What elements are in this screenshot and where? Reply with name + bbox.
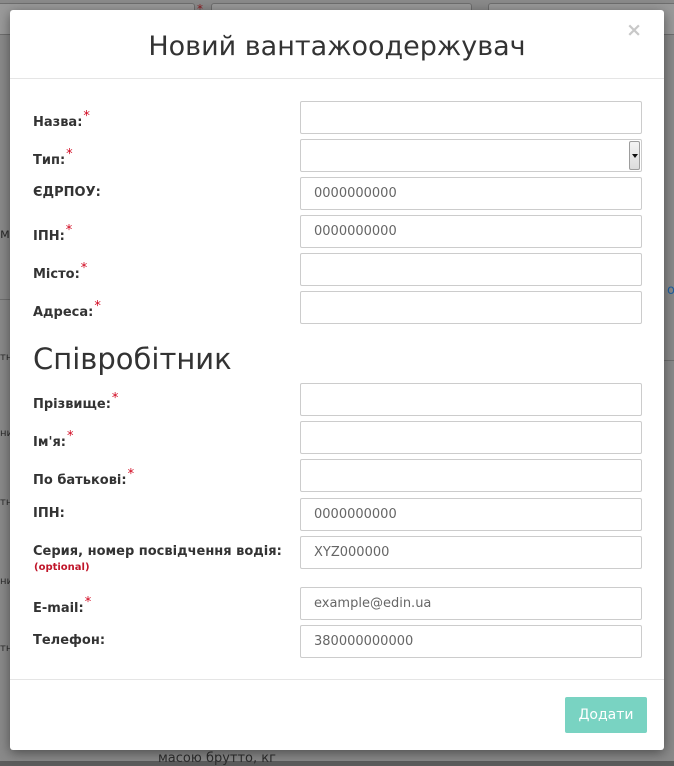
field-label: ЄДРПОУ: (33, 185, 101, 200)
first-name-input[interactable] (300, 421, 642, 454)
required-mark: * (83, 109, 90, 124)
required-mark: * (67, 429, 74, 444)
field-label: Адреса:* (33, 299, 101, 320)
required-mark: * (127, 467, 135, 482)
field-label-text: По батькові: (33, 473, 127, 488)
field-row-employee-ipn: ІПН: (33, 498, 642, 531)
background-text: м (0, 227, 10, 242)
field-label-text: Серия, номер посвідчення водія: (33, 544, 282, 559)
field-label: По батькові:* (33, 467, 134, 488)
optional-note: (optional) (34, 562, 90, 573)
required-mark: * (65, 223, 73, 238)
phone-input[interactable] (300, 625, 642, 658)
field-label: Місто:* (33, 261, 87, 282)
field-label-text: Ім'я: (33, 435, 66, 450)
field-label-text: Тип: (33, 153, 66, 168)
required-mark: * (94, 299, 101, 314)
close-icon[interactable]: × (626, 19, 642, 41)
field-row-name: Назва:* (33, 101, 642, 134)
field-label: Прізвище:* (33, 391, 118, 412)
field-row-ipn: ІПН:* (33, 215, 642, 248)
employee-section-title: Співробітник (33, 342, 232, 376)
field-row-license: Серия, номер посвідчення водія: (optiona… (33, 536, 642, 573)
field-label: Тип:* (33, 147, 73, 168)
field-label: ІПН: (33, 506, 65, 521)
driver-license-input[interactable] (300, 536, 642, 569)
dialog-footer: Додати (10, 679, 664, 751)
employee-ipn-input[interactable] (300, 498, 642, 531)
field-label: Ім'я:* (33, 429, 74, 450)
field-label-text: ІПН: (33, 506, 65, 521)
field-row-email: E-mail:* (33, 587, 642, 620)
name-input[interactable] (300, 101, 642, 134)
patronymic-input[interactable] (300, 459, 642, 492)
dialog-header: Новий вантажоодержувач × (10, 10, 664, 79)
field-row-type: Тип:* (33, 139, 642, 172)
field-row-surname: Прізвище:* (33, 383, 642, 416)
field-label-text: ІПН: (33, 229, 65, 244)
required-mark: * (84, 595, 92, 610)
field-label-text: Місто: (33, 267, 80, 282)
field-label: ІПН:* (33, 223, 72, 244)
field-row-phone: Телефон: (33, 625, 642, 658)
field-label: E-mail:* (33, 595, 91, 616)
field-label-text: Телефон: (33, 633, 106, 648)
field-row-edrpou: ЄДРПОУ: (33, 177, 642, 210)
field-row-city: Місто:* (33, 253, 642, 286)
field-row-patronymic: По батькові:* (33, 459, 642, 492)
background-divider (0, 299, 10, 300)
field-label: Серия, номер посвідчення водія: (33, 544, 282, 559)
ipn-input[interactable] (300, 215, 642, 248)
dialog-title: Новий вантажоодержувач (148, 31, 526, 62)
field-label-text: Назва: (33, 115, 83, 130)
edrpou-input[interactable] (300, 177, 642, 210)
new-consignee-dialog: Новий вантажоодержувач × Назва:* Тип:* Є… (10, 10, 664, 750)
field-label-text: ЄДРПОУ: (33, 185, 101, 200)
add-button[interactable]: Додати (565, 697, 647, 733)
surname-input[interactable] (300, 383, 642, 416)
field-label-text: Адреса: (33, 305, 94, 320)
background-divider (664, 360, 674, 361)
address-input[interactable] (300, 291, 642, 324)
email-input[interactable] (300, 587, 642, 620)
field-label: Телефон: (33, 633, 105, 648)
background-footer-text: масою брутто, кг (158, 751, 276, 766)
required-mark: * (66, 147, 73, 162)
field-label-text: E-mail: (33, 601, 84, 616)
type-select[interactable] (300, 139, 642, 172)
field-label-text: Прізвище: (33, 397, 111, 412)
field-row-first-name: Ім'я:* (33, 421, 642, 454)
city-input[interactable] (300, 253, 642, 286)
field-row-address: Адреса:* (33, 291, 642, 324)
background-text: о (667, 283, 674, 298)
required-mark: * (80, 261, 88, 276)
field-label: Назва:* (33, 109, 90, 130)
required-mark: * (111, 391, 119, 406)
chevron-down-icon[interactable] (629, 141, 640, 170)
